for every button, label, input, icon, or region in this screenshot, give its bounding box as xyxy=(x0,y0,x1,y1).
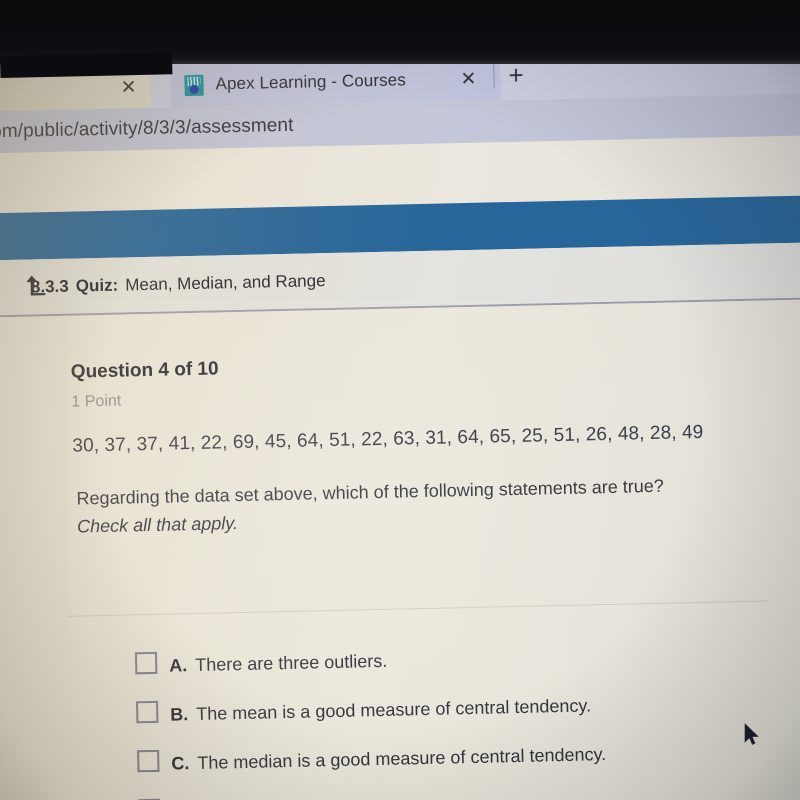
screen-surface: ning - Courses ✕ Apex Learning - Courses… xyxy=(0,42,800,800)
question-prompt: Regarding the data set above, which of t… xyxy=(76,473,664,540)
monitor-photo: ning - Courses ✕ Apex Learning - Courses… xyxy=(0,0,800,800)
checkbox-a[interactable] xyxy=(134,651,158,675)
quiz-title: Mean, Median, and Range xyxy=(124,270,326,294)
question-points: 1 Point xyxy=(71,392,122,411)
tab-title-active: Apex Learning - Courses xyxy=(215,70,407,94)
checkbox-c[interactable] xyxy=(137,749,160,773)
tab-close-icon-active[interactable]: ✕ xyxy=(460,69,476,90)
answer-options-list: A. There are three outliers. B. The mean… xyxy=(0,626,800,800)
quiz-type-label: Quiz: xyxy=(75,275,119,296)
option-letter-b: B. xyxy=(170,704,189,725)
apex-favicon-icon xyxy=(184,74,204,96)
url-text: g.com/public/activity/8/3/3/assessment xyxy=(0,114,294,143)
monitor-bezel-notch xyxy=(0,52,173,78)
return-arrow-icon[interactable] xyxy=(26,273,47,296)
new-tab-button[interactable]: + xyxy=(508,60,524,90)
tab-close-icon-inactive[interactable]: ✕ xyxy=(120,77,136,98)
option-letter-a: A. xyxy=(168,655,188,676)
option-text-c: The median is a good measure of central … xyxy=(197,744,607,773)
option-letter-c: C. xyxy=(171,753,190,774)
question-content: Question 4 of 10 1 Point 30, 37, 37, 41,… xyxy=(0,298,800,800)
option-text-b: The mean is a good measure of central te… xyxy=(196,695,592,724)
options-divider xyxy=(68,600,768,617)
question-heading: Question 4 of 10 xyxy=(70,358,219,383)
question-dataset: 30, 37, 37, 41, 22, 69, 45, 64, 51, 22, … xyxy=(72,421,704,457)
option-text-a: There are three outliers. xyxy=(194,650,388,676)
checkbox-b[interactable] xyxy=(135,700,159,724)
